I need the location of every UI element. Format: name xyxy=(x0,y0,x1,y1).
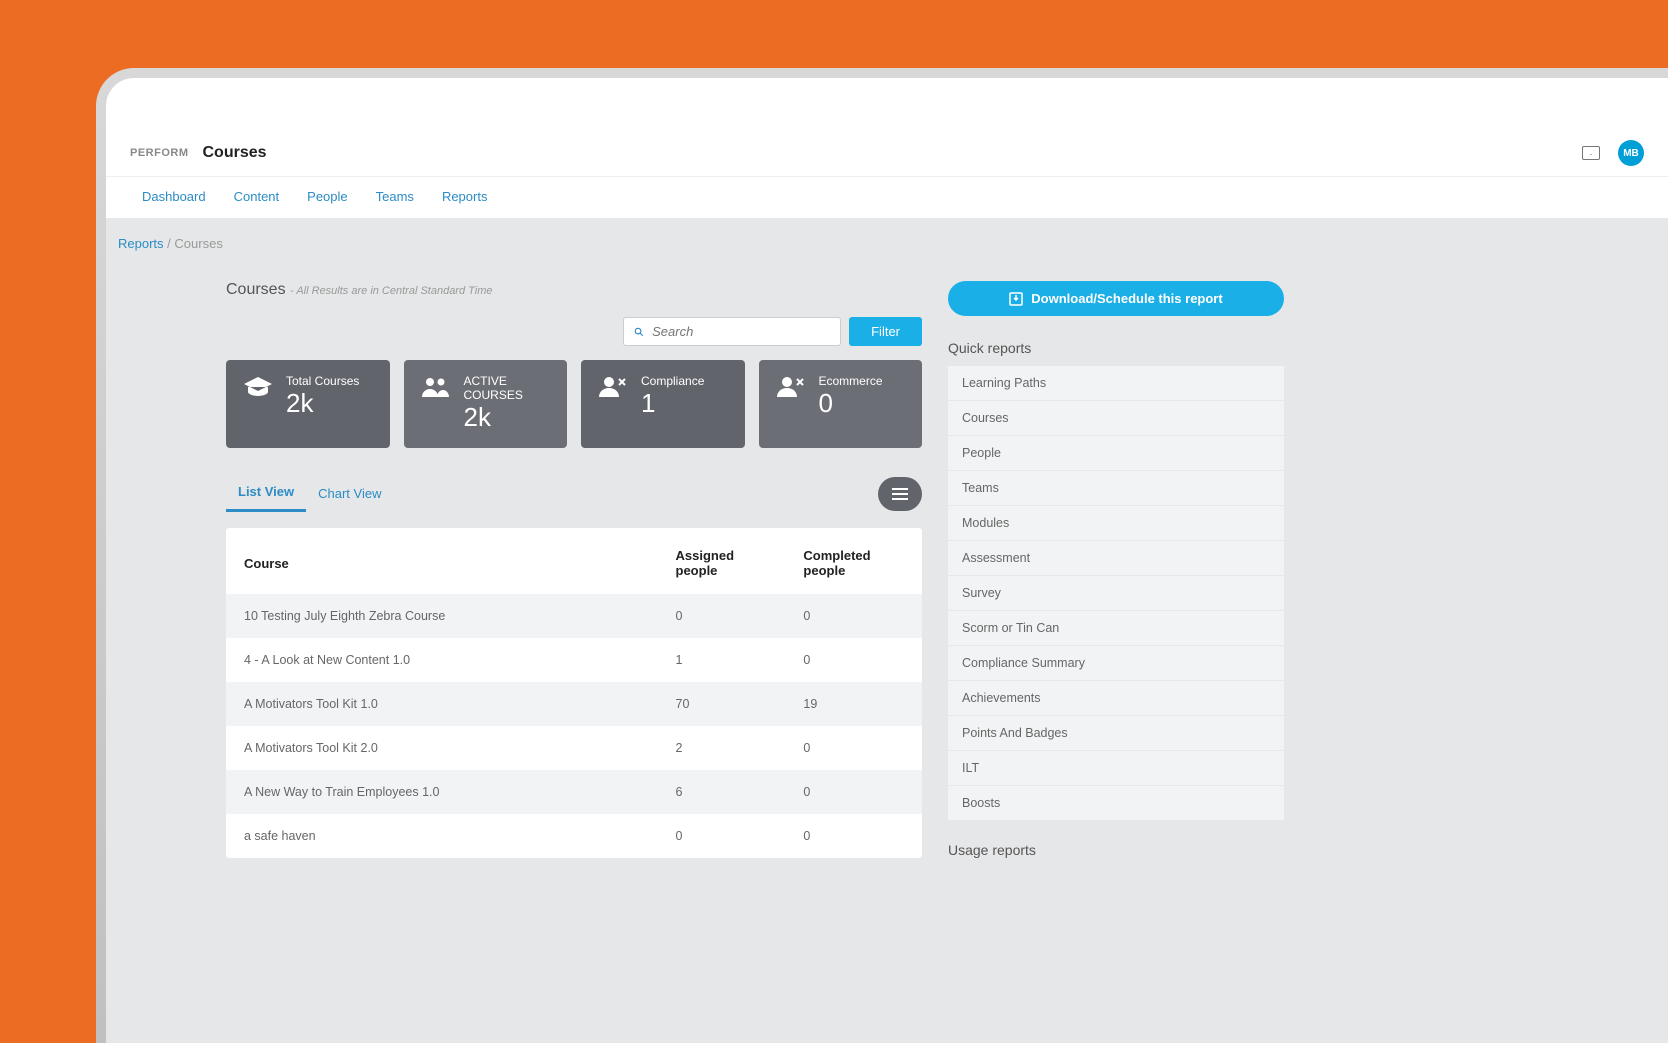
quick-report-item[interactable]: Scorm or Tin Can xyxy=(948,611,1284,645)
table-row[interactable]: A Motivators Tool Kit 2.020 xyxy=(226,726,922,770)
table-cell: 0 xyxy=(785,638,922,682)
table-cell: 0 xyxy=(785,594,922,638)
th-completed[interactable]: Completed people xyxy=(785,528,922,594)
page-title: Courses xyxy=(203,144,267,162)
stat-label: Compliance xyxy=(641,374,704,388)
download-schedule-button[interactable]: Download/Schedule this report xyxy=(948,281,1284,316)
navbar: Dashboard Content People Teams Reports xyxy=(106,177,1668,218)
stat-label: ACTIVE COURSES xyxy=(464,374,552,402)
download-label: Download/Schedule this report xyxy=(1031,291,1222,306)
tabs-row: List View Chart View xyxy=(226,476,922,512)
filter-button[interactable]: Filter xyxy=(849,317,922,346)
table-cell: 0 xyxy=(785,726,922,770)
tab-list-view[interactable]: List View xyxy=(226,476,306,512)
quick-report-item[interactable]: Teams xyxy=(948,471,1284,505)
device-screen: PERFORM Courses MB Dashboard Content Peo… xyxy=(106,78,1668,1043)
stat-value: 2k xyxy=(286,390,359,416)
courses-table: Course Assigned people Completed people … xyxy=(226,528,922,858)
stat-value: 2k xyxy=(464,404,552,430)
quick-reports-list: Learning PathsCoursesPeopleTeamsModulesA… xyxy=(948,366,1284,820)
table-row[interactable]: A New Way to Train Employees 1.060 xyxy=(226,770,922,814)
table-row[interactable]: 4 - A Look at New Content 1.010 xyxy=(226,638,922,682)
quick-report-item[interactable]: People xyxy=(948,436,1284,470)
table-cell: 19 xyxy=(785,682,922,726)
quick-reports-title: Quick reports xyxy=(948,340,1284,356)
breadcrumb-parent[interactable]: Reports xyxy=(118,236,164,251)
hamburger-icon xyxy=(892,488,908,500)
stat-label: Total Courses xyxy=(286,374,359,388)
search-input[interactable] xyxy=(652,324,830,339)
people-icon xyxy=(420,374,452,400)
search-row: Filter xyxy=(226,317,922,346)
graduation-cap-icon xyxy=(242,374,274,400)
quick-report-item[interactable]: Modules xyxy=(948,506,1284,540)
heading-row: Courses - All Results are in Central Sta… xyxy=(226,281,922,299)
stat-ecommerce[interactable]: Ecommerce 0 xyxy=(759,360,923,448)
stat-value: 1 xyxy=(641,390,704,416)
quick-report-item[interactable]: Points And Badges xyxy=(948,716,1284,750)
table-cell: 0 xyxy=(658,594,786,638)
table-cell: 70 xyxy=(658,682,786,726)
search-box[interactable] xyxy=(623,317,841,346)
table-cell: 0 xyxy=(785,814,922,858)
content-area: Reports / Courses Courses - All Results … xyxy=(106,218,1668,1043)
th-course[interactable]: Course xyxy=(226,528,658,594)
quick-report-item[interactable]: Boosts xyxy=(948,786,1284,820)
quick-report-item[interactable]: Survey xyxy=(948,576,1284,610)
table-cell: 10 Testing July Eighth Zebra Course xyxy=(226,594,658,638)
quick-report-item[interactable]: Achievements xyxy=(948,681,1284,715)
breadcrumb-current: Courses xyxy=(174,236,222,251)
breadcrumb-sep: / xyxy=(167,236,171,251)
th-assigned[interactable]: Assigned people xyxy=(658,528,786,594)
mail-icon[interactable] xyxy=(1582,146,1600,160)
table-cell: A New Way to Train Employees 1.0 xyxy=(226,770,658,814)
stat-total-courses[interactable]: Total Courses 2k xyxy=(226,360,390,448)
avatar[interactable]: MB xyxy=(1618,140,1644,166)
table-cell: 0 xyxy=(785,770,922,814)
table-card: Course Assigned people Completed people … xyxy=(226,528,922,858)
table-cell: 1 xyxy=(658,638,786,682)
device-frame: PERFORM Courses MB Dashboard Content Peo… xyxy=(96,68,1668,1043)
table-cell: 6 xyxy=(658,770,786,814)
table-row[interactable]: a safe haven00 xyxy=(226,814,922,858)
table-cell: A Motivators Tool Kit 1.0 xyxy=(226,682,658,726)
nav-dashboard[interactable]: Dashboard xyxy=(142,189,206,204)
quick-report-item[interactable]: Assessment xyxy=(948,541,1284,575)
quick-report-item[interactable]: Courses xyxy=(948,401,1284,435)
table-cell: a safe haven xyxy=(226,814,658,858)
stat-compliance[interactable]: Compliance 1 xyxy=(581,360,745,448)
quick-report-item[interactable]: Learning Paths xyxy=(948,366,1284,400)
tab-chart-view[interactable]: Chart View xyxy=(306,478,393,511)
nav-content[interactable]: Content xyxy=(234,189,280,204)
stat-active-courses[interactable]: ACTIVE COURSES 2k xyxy=(404,360,568,448)
table-row[interactable]: A Motivators Tool Kit 1.07019 xyxy=(226,682,922,726)
nav-reports[interactable]: Reports xyxy=(442,189,488,204)
quick-report-item[interactable]: ILT xyxy=(948,751,1284,785)
nav-teams[interactable]: Teams xyxy=(376,189,414,204)
main-column: Courses - All Results are in Central Sta… xyxy=(226,281,922,868)
nav-people[interactable]: People xyxy=(307,189,347,204)
quick-report-item[interactable]: Compliance Summary xyxy=(948,646,1284,680)
person-remove-icon xyxy=(597,374,629,400)
download-icon xyxy=(1009,292,1023,306)
breadcrumb: Reports / Courses xyxy=(118,236,1656,251)
table-cell: 0 xyxy=(658,814,786,858)
topbar: PERFORM Courses MB xyxy=(106,130,1668,177)
table-cell: 4 - A Look at New Content 1.0 xyxy=(226,638,658,682)
table-row[interactable]: 10 Testing July Eighth Zebra Course00 xyxy=(226,594,922,638)
search-icon xyxy=(634,325,644,339)
table-cell: 2 xyxy=(658,726,786,770)
stat-label: Ecommerce xyxy=(819,374,883,388)
stat-value: 0 xyxy=(819,390,883,416)
menu-button[interactable] xyxy=(878,477,922,511)
table-cell: A Motivators Tool Kit 2.0 xyxy=(226,726,658,770)
heading-note: - All Results are in Central Standard Ti… xyxy=(290,285,492,297)
usage-reports-title: Usage reports xyxy=(948,842,1284,858)
side-column: Download/Schedule this report Quick repo… xyxy=(948,281,1284,868)
brand-logo: PERFORM xyxy=(130,147,189,159)
heading-text: Courses xyxy=(226,281,286,298)
person-remove-icon xyxy=(775,374,807,400)
stat-cards: Total Courses 2k ACTIVE COURSES 2k xyxy=(226,360,922,448)
